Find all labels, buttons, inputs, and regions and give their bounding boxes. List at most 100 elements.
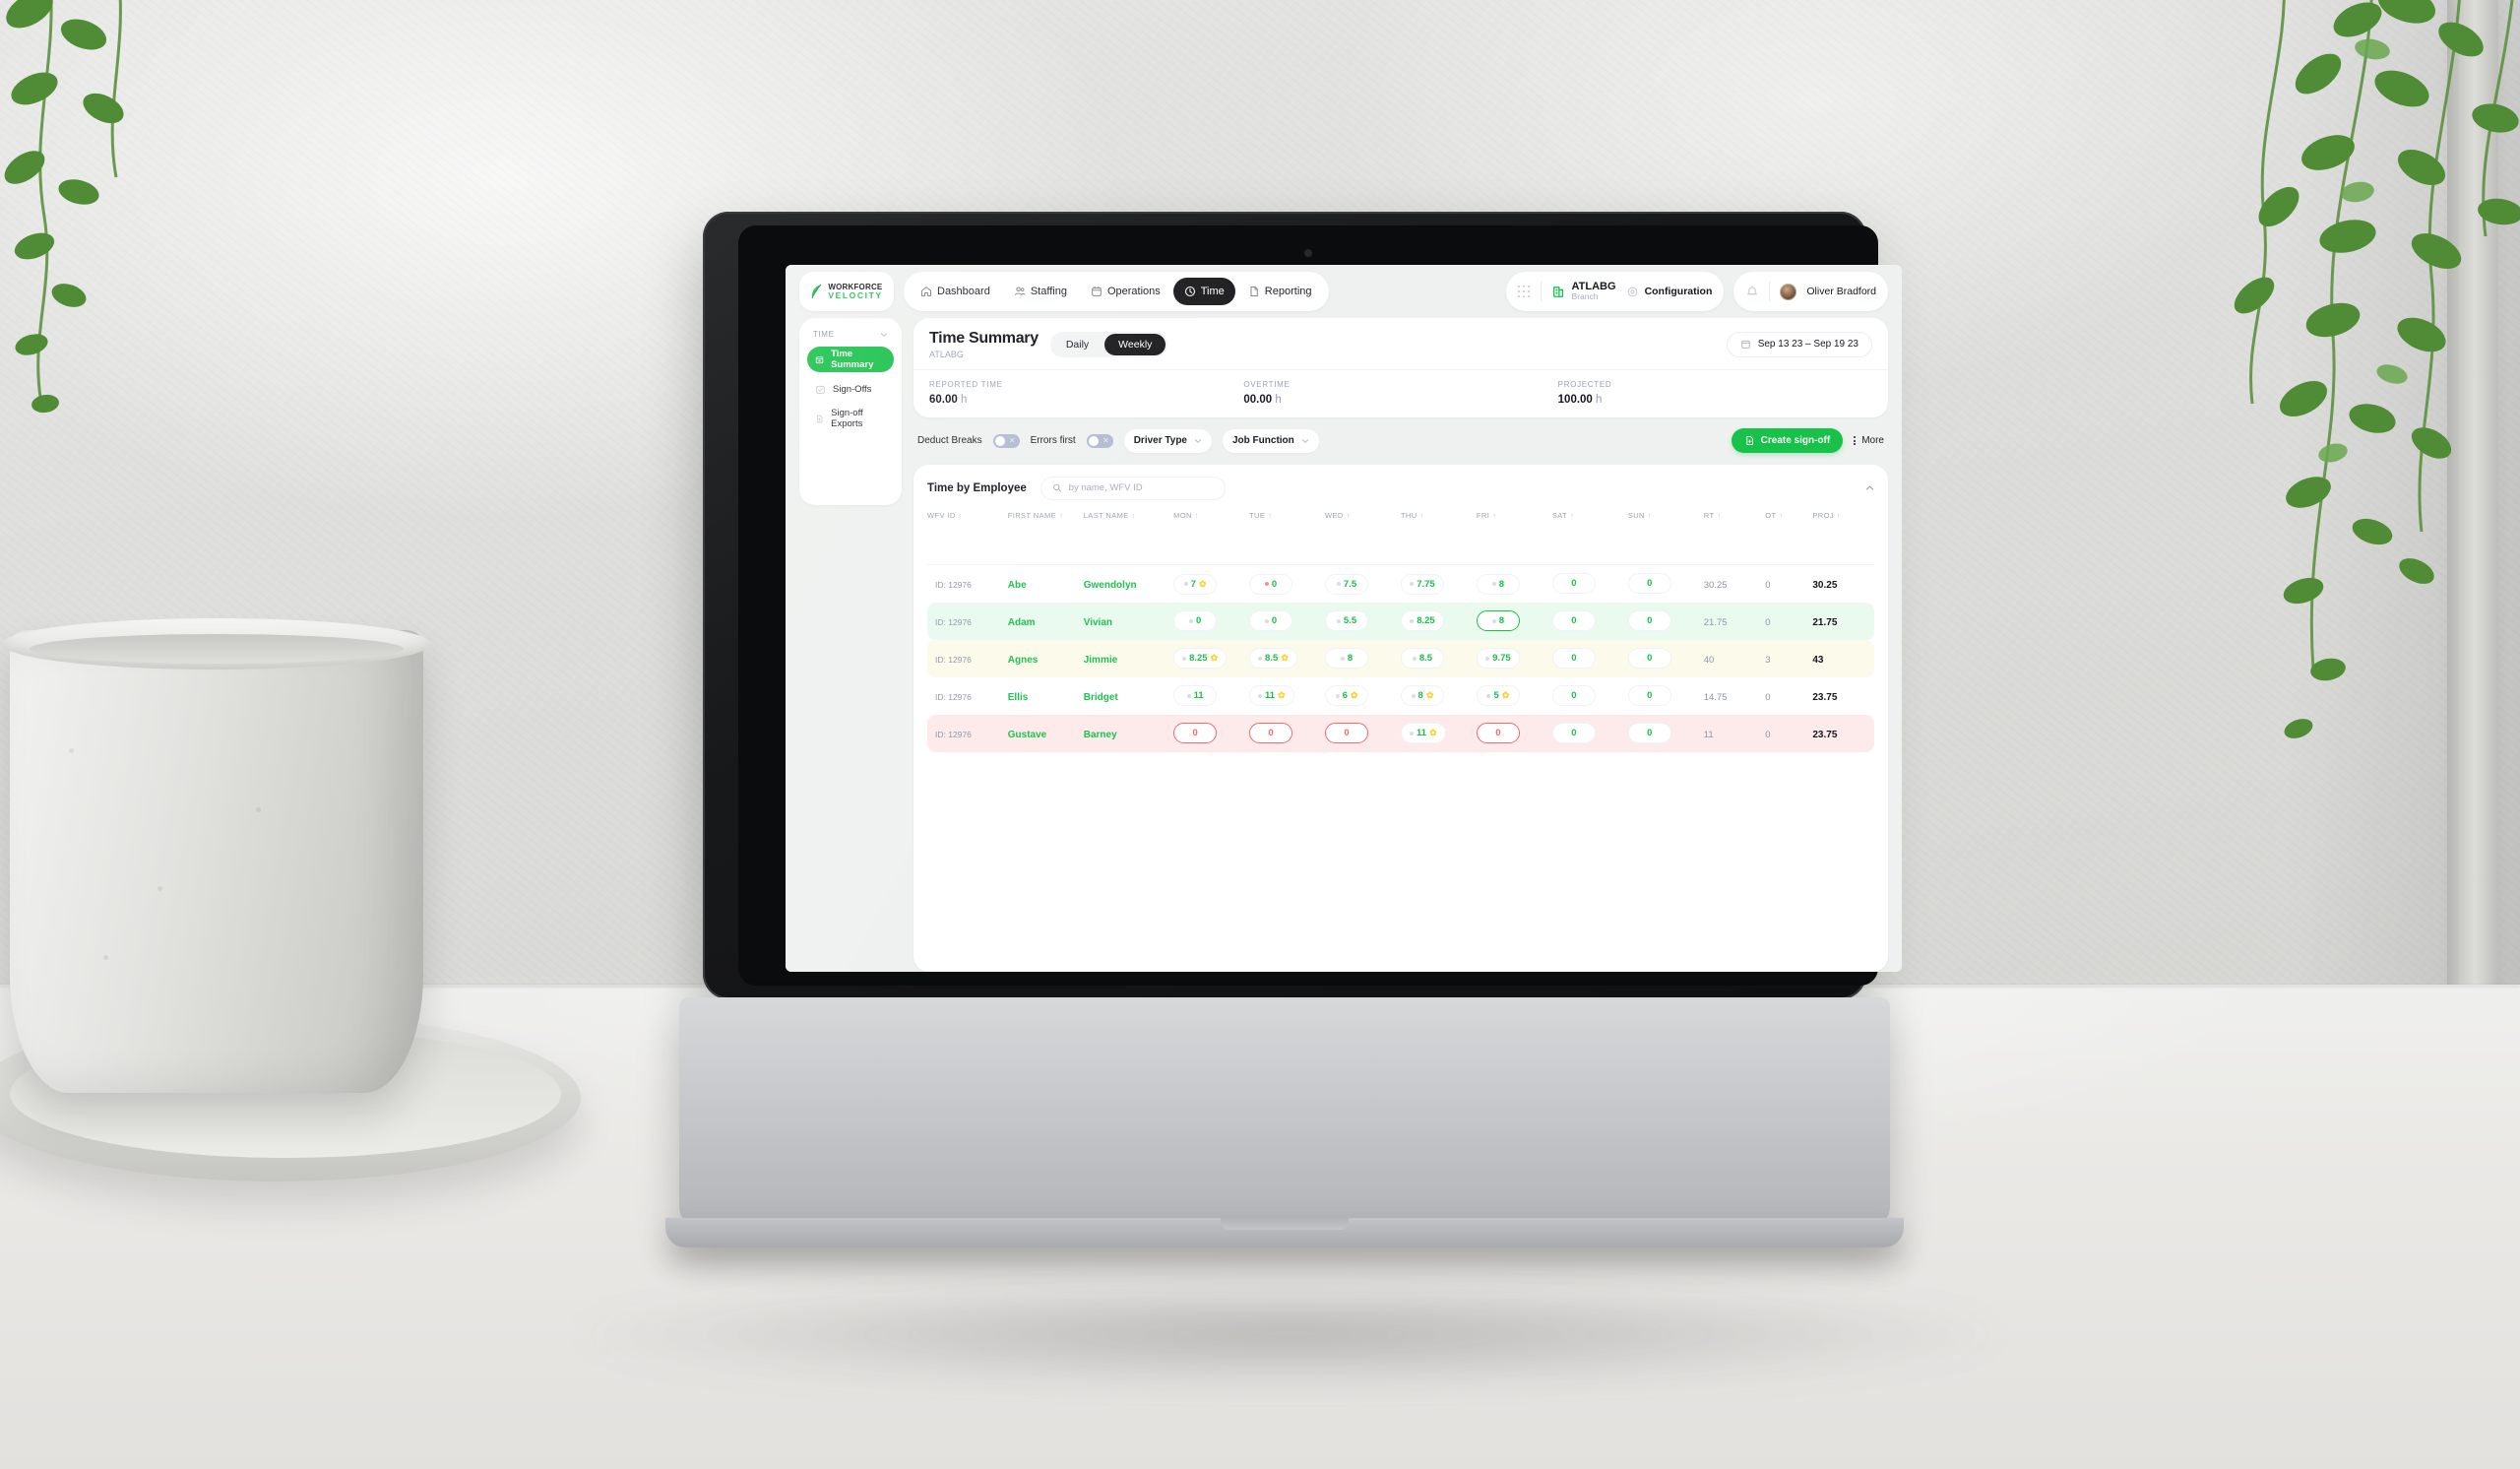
cell-day-0[interactable]: 0 [1173,603,1249,640]
deduct-breaks-toggle[interactable]: ✕ [992,433,1020,448]
cell-day-5[interactable]: 0 [1551,640,1628,677]
nav-item-reporting[interactable]: Reporting [1237,278,1323,305]
col-wfv-id[interactable]: WFV ID ↑ [927,511,1008,528]
day-pill[interactable]: 8 ✿ [1400,685,1444,707]
cell-day-0[interactable]: 0 [1173,715,1249,752]
driver-type-select[interactable]: Driver Type [1123,428,1212,453]
table-row[interactable]: ID: 12976 Abe Gwendolyn 7 ✿ 0 7.5 7.75 8 0 0 30.25 0… [927,565,1874,603]
day-pill[interactable]: 8.5 [1400,648,1444,670]
cell-day-1[interactable]: 11 ✿ [1249,677,1325,715]
day-pill[interactable]: 8.5 ✿ [1249,648,1297,670]
create-signoff-button[interactable]: Create sign-off [1731,428,1844,454]
day-pill[interactable]: 8 [1476,610,1520,632]
day-pill[interactable]: 0 [1551,610,1596,632]
more-button[interactable]: More [1854,435,1884,446]
col-wed[interactable]: WED ↑ [1325,511,1401,528]
job-function-select[interactable]: Job Function [1223,428,1319,453]
day-pill[interactable]: 5.5 [1325,610,1368,632]
table-row[interactable]: ID: 12976 Ellis Bridget 11 11 ✿ 6 ✿ 8 ✿ 5 ✿ 0 0 14.75 0… [927,677,1874,715]
cell-day-4[interactable]: 8 [1476,603,1552,640]
day-pill[interactable]: 8 [1325,648,1368,670]
day-pill[interactable]: 0 [1627,573,1671,595]
col-mon[interactable]: MON ↑ [1173,511,1249,528]
nav-item-staffing[interactable]: Staffing [1003,278,1078,305]
segment-daily[interactable]: Daily [1052,334,1102,355]
cell-day-0[interactable]: 7 ✿ [1173,565,1249,603]
nav-item-dashboard[interactable]: Dashboard [910,278,1001,305]
cell-day-4[interactable]: 0 [1476,715,1552,752]
day-pill[interactable]: 8 [1476,573,1520,595]
day-pill[interactable]: 0 [1551,648,1596,670]
cell-day-6[interactable]: 0 [1627,715,1704,752]
date-range-picker[interactable]: Sep 13 23 – Sep 19 23 [1726,331,1872,357]
day-pill[interactable]: 9.75 [1476,648,1520,670]
cell-day-6[interactable]: 0 [1627,603,1704,640]
day-pill[interactable]: 11 ✿ [1249,685,1294,707]
cell-day-6[interactable]: 0 [1627,677,1704,715]
cell-day-0[interactable]: 8.25 ✿ [1173,640,1249,677]
cell-day-4[interactable]: 8 [1476,565,1552,603]
col-first-name[interactable]: FIRST NAME ↑ [1008,511,1084,528]
cell-day-3[interactable]: 7.75 [1400,565,1477,603]
cell-day-2[interactable]: 0 [1325,715,1401,752]
col-tue[interactable]: TUE ↑ [1249,511,1325,528]
day-pill[interactable]: 0 [1627,648,1671,670]
day-pill[interactable]: 8.25 [1400,610,1444,632]
table-row[interactable]: ID: 12976 Agnes Jimmie 8.25 ✿ 8.5 ✿ 8 8.5 9.75 0 0 4… [927,639,1874,677]
day-pill[interactable]: 7.75 [1400,573,1444,595]
branch-selector[interactable]: ATLABG Branch [1551,281,1616,302]
cell-day-0[interactable]: 11 [1173,677,1249,715]
day-pill[interactable]: 6 ✿ [1325,685,1368,707]
day-pill[interactable]: 5 ✿ [1476,685,1520,707]
configuration-button[interactable]: Configuration [1626,286,1712,298]
cell-day-4[interactable]: 5 ✿ [1476,677,1552,715]
day-pill[interactable]: 0 [1173,610,1218,632]
day-pill[interactable]: 0 [1551,573,1596,595]
cell-day-6[interactable]: 0 [1627,565,1704,603]
cell-day-5[interactable]: 0 [1551,677,1628,715]
day-pill[interactable]: 7 ✿ [1173,573,1218,595]
cell-day-1[interactable]: 0 [1249,603,1325,640]
col-last-name[interactable]: LAST NAME ↑ [1084,511,1173,528]
app-switcher-icon[interactable] [1517,285,1531,298]
sidebar-item-sign-off-exports[interactable]: Sign-off Exports [807,406,894,431]
avatar[interactable] [1780,283,1797,300]
day-pill[interactable]: 0 [1551,685,1596,707]
cell-day-1[interactable]: 0 [1249,565,1325,603]
employee-search[interactable] [1040,476,1226,500]
table-row[interactable]: ID: 12976 Gustave Barney 0 0 0 11 ✿ 0 0 0 11 0 23.75 [927,714,1874,752]
search-input[interactable] [1068,482,1214,494]
col-fri[interactable]: FRI ↑ [1477,511,1552,528]
day-pill[interactable]: 7.5 [1325,573,1368,595]
day-pill[interactable]: 0 [1249,610,1293,632]
col-ot[interactable]: OT ↑ [1765,511,1812,528]
cell-day-1[interactable]: 0 [1249,715,1325,752]
col-proj[interactable]: PROJ ↑ [1812,511,1874,528]
nav-item-operations[interactable]: Operations [1080,278,1171,305]
day-pill[interactable]: 0 [1627,723,1671,744]
sidebar-section-header[interactable]: TIME [807,328,894,347]
table-row[interactable]: ID: 12976 Adam Vivian 0 0 5.5 8.25 8 0 0 21.75 0 21.… [927,602,1874,640]
col-sun[interactable]: SUN ↑ [1628,511,1704,528]
day-pill[interactable]: 0 [1173,723,1218,744]
day-pill[interactable]: 8.25 ✿ [1173,648,1228,670]
cell-day-5[interactable]: 0 [1551,565,1628,603]
bell-icon[interactable] [1745,285,1759,298]
sidebar-item-time-summary[interactable]: Time Summary [807,347,894,372]
day-pill[interactable]: 0 [1249,723,1293,744]
day-pill[interactable]: 0 [1627,610,1671,632]
cell-day-2[interactable]: 7.5 [1325,565,1401,603]
cell-day-2[interactable]: 5.5 [1325,603,1401,640]
sidebar-item-sign-offs[interactable]: Sign-Offs [807,376,894,402]
col-thu[interactable]: THU ↑ [1401,511,1477,528]
col-sat[interactable]: SAT ↑ [1552,511,1628,528]
collapse-chevron-up-icon[interactable] [1865,483,1874,492]
day-pill[interactable]: 0 [1476,723,1520,744]
col-rt[interactable]: RT ↑ [1704,511,1766,528]
segment-weekly[interactable]: Weekly [1104,333,1166,355]
cell-day-3[interactable]: 11 ✿ [1400,715,1477,752]
cell-day-5[interactable]: 0 [1551,715,1628,752]
day-pill[interactable]: 0 [1627,685,1671,707]
day-pill[interactable]: 0 [1249,573,1293,595]
cell-day-6[interactable]: 0 [1627,640,1704,677]
